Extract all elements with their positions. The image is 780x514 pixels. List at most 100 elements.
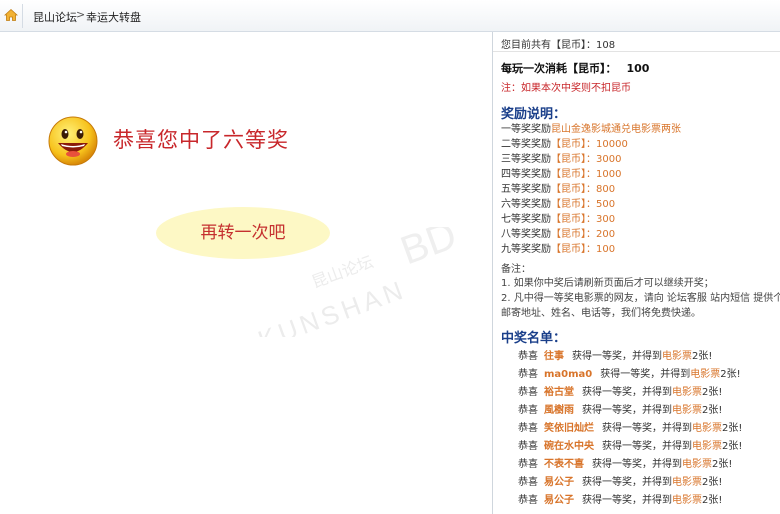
winner-prefix: 恭喜 <box>518 351 538 362</box>
reward-label: 三等奖奖励 <box>501 154 551 165</box>
winner-row: 恭喜 笑依旧灿烂 获得一等奖，并得到电影票2张! <box>518 420 742 438</box>
winner-row: 恭喜 往事 获得一等奖，并得到电影票2张! <box>518 348 742 366</box>
reward-prize: 【昆币】：300 <box>551 214 616 225</box>
winner-prefix: 恭喜 <box>518 441 538 452</box>
winner-prize: 电影票 <box>692 441 722 452</box>
cost-value: 100 <box>626 62 650 75</box>
winner-username-link[interactable]: 碗在水中央 <box>544 441 594 452</box>
winner-text: 获得一等奖，并得到 <box>582 387 672 398</box>
remark-line: 邮寄地址、姓名、电话等，我们将免费快递。 <box>501 308 701 319</box>
winner-suffix: 2张! <box>702 405 723 416</box>
winner-row: 恭喜 不表不喜 获得一等奖，并得到电影票2张! <box>518 456 742 474</box>
winner-prize: 电影票 <box>672 495 702 506</box>
winner-prize: 电影票 <box>672 405 702 416</box>
winner-row: 恭喜 易公子 获得一等奖，并得到电影票2张! <box>518 492 742 510</box>
watermark-logo: KUNSHAN 昆山论坛 BD <box>254 227 462 337</box>
reward-prize-link[interactable]: 昆山金逸影城通兑电影票两张 <box>551 124 681 135</box>
winner-text: 获得一等奖，并得到 <box>600 369 691 380</box>
winner-prefix: 恭喜 <box>518 369 538 380</box>
remark-line: 2. 凡中得一等奖电影票的网友，请向 论坛客服 站内短信 提供个人 <box>501 293 780 304</box>
rewards-heading: 奖励说明： <box>501 107 567 122</box>
winner-username-link[interactable]: ma0ma0 <box>544 369 592 380</box>
rewards-list: 一等奖奖励昆山金逸影城通兑电影票两张 二等奖奖励【昆币】：10000 三等奖奖励… <box>501 122 681 257</box>
prize-result-message: 恭喜您中了六等奖 <box>113 128 289 152</box>
reward-prize: 【昆币】：500 <box>551 199 616 210</box>
info-sidebar: 您目前共有【昆币】：108 每玩一次消耗【昆币】： 100 注：如果本次中奖则不扣… <box>492 32 780 514</box>
winner-username-link[interactable]: 易公子 <box>544 477 574 488</box>
watermark-mark: BD <box>395 227 462 273</box>
winner-prefix: 恭喜 <box>518 495 538 506</box>
remarks-heading: 备注： <box>501 264 531 275</box>
winner-text: 获得一等奖，并得到 <box>602 423 692 434</box>
reward-prize: 【昆币】：800 <box>551 184 616 195</box>
winner-prefix: 恭喜 <box>518 387 538 398</box>
winner-username-link[interactable]: 風樹雨 <box>544 405 574 416</box>
winner-prize: 电影票 <box>692 423 722 434</box>
reward-row: 九等奖奖励【昆币】：100 <box>501 242 681 257</box>
home-button[interactable] <box>0 4 23 28</box>
winner-text: 获得一等奖，并得到 <box>582 495 672 506</box>
winners-heading: 中奖名单： <box>501 331 567 346</box>
winner-prize: 电影票 <box>662 351 692 362</box>
winner-prize: 电影票 <box>682 459 712 470</box>
winner-suffix: 2张! <box>720 369 741 380</box>
winner-row: 恭喜 裕古堂 获得一等奖，并得到电影票2张! <box>518 384 742 402</box>
reward-prize: 【昆币】：100 <box>551 244 616 255</box>
reward-label: 六等奖奖励 <box>501 199 551 210</box>
reward-row: 一等奖奖励昆山金逸影城通兑电影票两张 <box>501 122 681 137</box>
reward-label: 八等奖奖励 <box>501 229 551 240</box>
winner-suffix: 2张! <box>712 459 733 470</box>
reward-label: 一等奖奖励 <box>501 124 551 135</box>
winner-text: 获得一等奖，并得到 <box>572 351 662 362</box>
breadcrumb-current-page: 幸运大转盘 <box>86 11 141 24</box>
reward-label: 九等奖奖励 <box>501 244 551 255</box>
winner-prefix: 恭喜 <box>518 423 538 434</box>
reward-prize: 【昆币】：10000 <box>551 139 628 150</box>
reward-label: 七等奖奖励 <box>501 214 551 225</box>
winner-text: 获得一等奖，并得到 <box>582 477 672 488</box>
reward-prize: 【昆币】：1000 <box>551 169 622 180</box>
winner-text: 获得一等奖，并得到 <box>592 459 682 470</box>
reward-prize: 【昆币】：3000 <box>551 154 622 165</box>
winner-prize: 电影票 <box>672 477 702 488</box>
winner-row: 恭喜 ma0ma0 获得一等奖，并得到电影票2张! <box>518 366 742 384</box>
winner-username-link[interactable]: 易公子 <box>544 495 574 506</box>
reward-label: 四等奖奖励 <box>501 169 551 180</box>
winner-username-link[interactable]: 不表不喜 <box>544 459 584 470</box>
winner-row: 恭喜 碗在水中央 获得一等奖，并得到电影票2张! <box>518 438 742 456</box>
divider <box>493 51 780 52</box>
reward-row: 六等奖奖励【昆币】：500 <box>501 197 681 212</box>
winner-row: 恭喜 風樹雨 获得一等奖，并得到电影票2张! <box>518 402 742 420</box>
winner-prefix: 恭喜 <box>518 405 538 416</box>
cost-label: 每玩一次消耗【昆币】： <box>501 62 617 75</box>
reward-row: 三等奖奖励【昆币】：3000 <box>501 152 681 167</box>
result-panel: 恭喜您中了六等奖 再转一次吧 KUNSHAN 昆山论坛 BD <box>0 32 492 514</box>
reward-row: 二等奖奖励【昆币】：10000 <box>501 137 681 152</box>
winner-username-link[interactable]: 裕古堂 <box>544 387 574 398</box>
winner-suffix: 2张! <box>722 423 743 434</box>
breadcrumb-forum-link[interactable]: 昆山论坛 <box>33 9 77 25</box>
reward-row: 五等奖奖励【昆币】：800 <box>501 182 681 197</box>
reward-label: 二等奖奖励 <box>501 139 551 150</box>
reward-prize: 【昆币】：200 <box>551 229 616 240</box>
winner-prefix: 恭喜 <box>518 459 538 470</box>
winners-list: 恭喜 往事 获得一等奖，并得到电影票2张! 恭喜 ma0ma0 获得一等奖，并得到电影票… <box>518 348 742 510</box>
winner-username-link[interactable]: 往事 <box>544 351 564 362</box>
winner-username-link[interactable]: 笑依旧灿烂 <box>544 423 594 434</box>
winner-prize: 电影票 <box>672 387 702 398</box>
winner-suffix: 2张! <box>702 387 723 398</box>
breadcrumb-separator: > <box>76 8 86 21</box>
breadcrumb: 昆山论坛 > 幸运大转盘 <box>0 0 780 32</box>
winner-suffix: 2张! <box>702 495 723 506</box>
winner-text: 获得一等奖，并得到 <box>582 405 672 416</box>
winner-text: 获得一等奖，并得到 <box>602 441 692 452</box>
reward-row: 七等奖奖励【昆币】：300 <box>501 212 681 227</box>
smiley-icon <box>48 116 98 166</box>
winner-row: 恭喜 易公子 获得一等奖，并得到电影票2张! <box>518 474 742 492</box>
remark-line: 1. 如果你中奖后请刷新页面后才可以继续开奖； <box>501 278 714 289</box>
reward-label: 五等奖奖励 <box>501 184 551 195</box>
home-icon <box>4 8 18 21</box>
winner-prefix: 恭喜 <box>518 477 538 488</box>
winner-prize: 电影票 <box>690 369 721 380</box>
winner-suffix: 2张! <box>692 351 713 362</box>
